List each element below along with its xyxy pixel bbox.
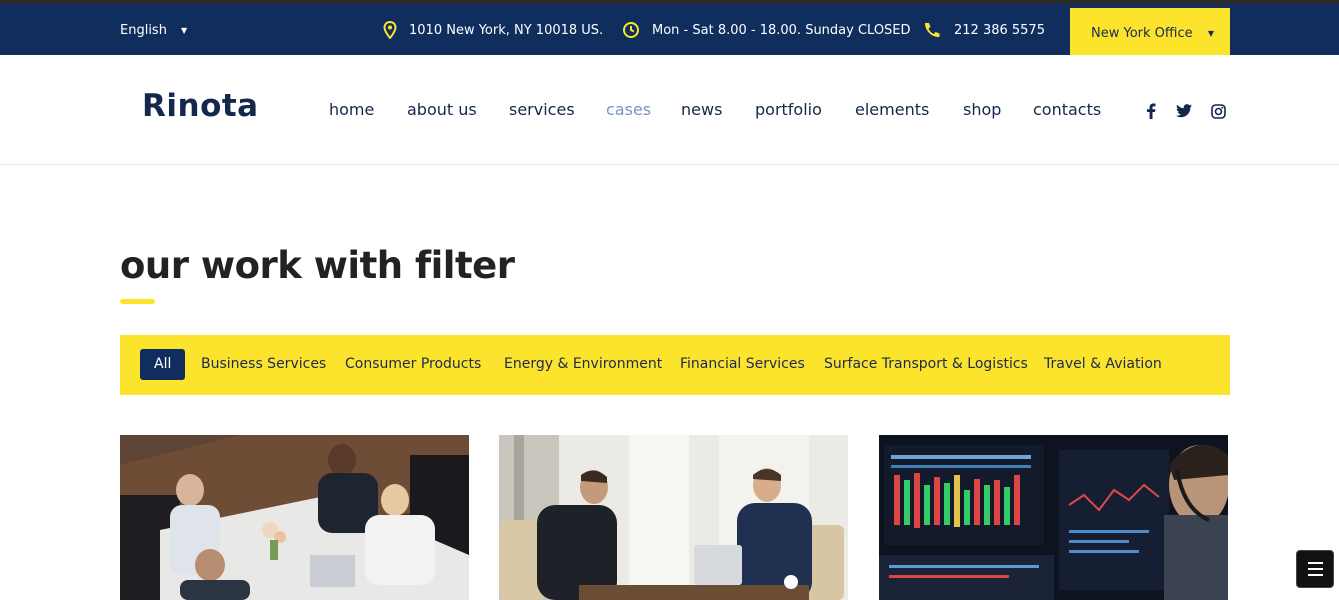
portfolio-card-image[interactable]: [499, 435, 848, 600]
section-title: our work with filter: [120, 244, 515, 287]
filter-business-services[interactable]: Business Services: [201, 356, 326, 372]
phone-info: 212 386 5575: [922, 21, 1045, 39]
hamburger-menu-icon[interactable]: [1296, 550, 1334, 588]
nav-cases[interactable]: cases: [606, 100, 651, 119]
top-bar: English ▼ 1010 New York, NY 10018 US. Mo…: [0, 0, 1339, 59]
chevron-down-icon: ▼: [1207, 29, 1214, 38]
filter-bar: All Business Services Consumer Products …: [120, 335, 1230, 395]
nav-home[interactable]: home: [329, 100, 374, 119]
hours-info: Mon - Sat 8.00 - 18.00. Sunday CLOSED: [622, 21, 911, 39]
title-underline: [120, 299, 155, 304]
nav-elements[interactable]: elements: [855, 100, 929, 119]
portfolio-card-image[interactable]: [120, 435, 469, 600]
logo[interactable]: Rinota: [142, 88, 259, 124]
instagram-icon[interactable]: [1209, 102, 1227, 120]
office-selector[interactable]: New York Office ▼: [1070, 8, 1230, 59]
address-info: 1010 New York, NY 10018 US.: [383, 21, 603, 39]
twitter-icon[interactable]: [1175, 102, 1193, 120]
map-pin-icon: [383, 21, 397, 39]
filter-all[interactable]: All: [140, 349, 186, 380]
hours-text: Mon - Sat 8.00 - 18.00. Sunday CLOSED: [652, 22, 911, 38]
nav-shop[interactable]: shop: [963, 100, 1001, 119]
nav-contacts[interactable]: contacts: [1033, 100, 1101, 119]
portfolio-card-image[interactable]: [879, 435, 1228, 600]
nav-services[interactable]: services: [509, 100, 575, 119]
facebook-icon[interactable]: [1142, 102, 1160, 120]
office-label: New York Office: [1091, 26, 1193, 41]
site-header: Rinota home about us services cases news…: [0, 55, 1339, 165]
clock-icon: [623, 22, 639, 38]
language-selector[interactable]: English ▼: [120, 23, 187, 38]
filter-financial-services[interactable]: Financial Services: [680, 356, 805, 372]
filter-surface-transport-logistics[interactable]: Surface Transport & Logistics: [824, 356, 1028, 372]
nav-portfolio[interactable]: portfolio: [755, 100, 822, 119]
filter-travel-aviation[interactable]: Travel & Aviation: [1044, 356, 1162, 372]
address-text: 1010 New York, NY 10018 US.: [409, 22, 604, 38]
language-label: English: [120, 23, 167, 38]
filter-energy-environment[interactable]: Energy & Environment: [504, 356, 662, 372]
chevron-down-icon: ▼: [180, 26, 188, 35]
filter-consumer-products[interactable]: Consumer Products: [345, 356, 481, 372]
nav-about-us[interactable]: about us: [407, 100, 477, 119]
nav-news[interactable]: news: [681, 100, 722, 119]
phone-icon: [925, 23, 940, 38]
phone-text: 212 386 5575: [954, 22, 1045, 38]
